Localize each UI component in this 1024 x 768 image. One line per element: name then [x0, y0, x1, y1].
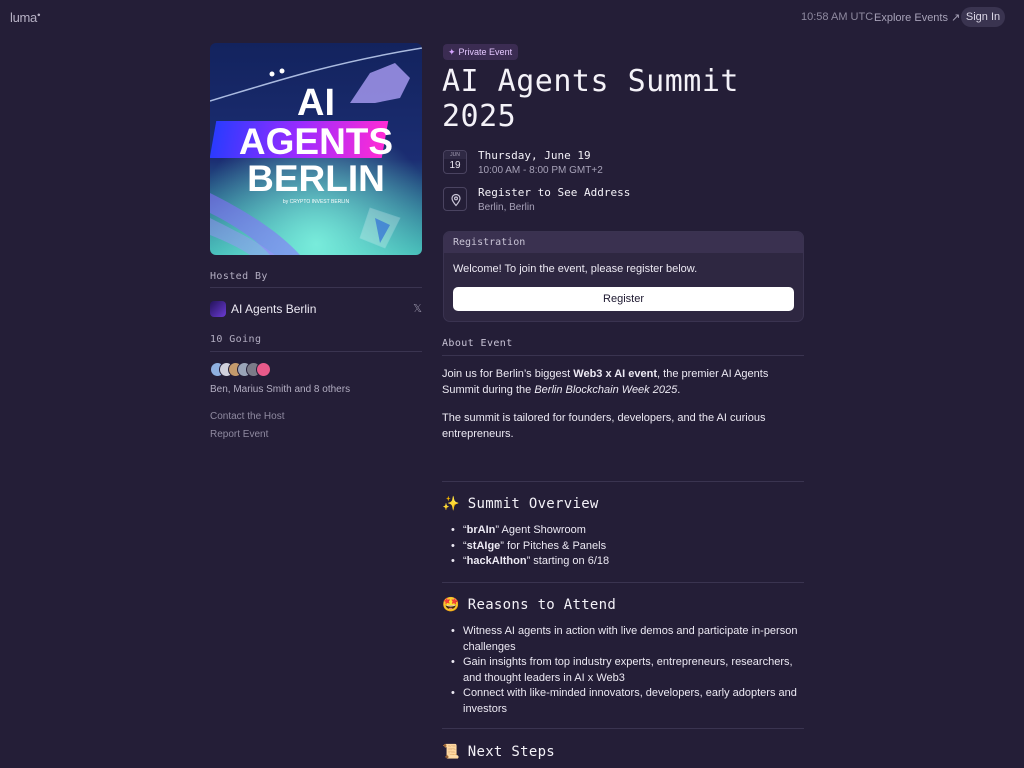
- list-item: Connect with like-minded innovators, dev…: [449, 686, 804, 717]
- list-item: Gain insights from top industry experts,…: [449, 655, 804, 686]
- reasons-heading: 🤩 Reasons to Attend: [442, 597, 617, 613]
- location-pin-icon: [443, 187, 467, 211]
- register-button[interactable]: Register: [453, 287, 794, 311]
- cover-artwork: AI AGENTS BERLIN by CRYPTO INVEST BERLIN: [210, 43, 422, 255]
- going-count-label: 10 Going: [210, 334, 262, 345]
- list-item: “stAIge” for Pitches & Panels: [449, 539, 804, 555]
- cover-title-line3: BERLIN: [247, 158, 385, 199]
- star-struck-icon: 🤩: [442, 597, 460, 613]
- about-event-label: About Event: [442, 338, 513, 349]
- event-time: 10:00 AM - 8:00 PM GMT+2: [478, 165, 603, 176]
- divider: [442, 355, 804, 356]
- summit-overview-heading: ✨ Summit Overview: [442, 496, 599, 512]
- sign-in-button[interactable]: Sign In: [961, 7, 1005, 27]
- sparkles-icon: ✨: [442, 496, 460, 512]
- sparkle-icon: ✦: [448, 47, 456, 57]
- registration-header: Registration: [444, 232, 803, 253]
- attendees-summary: Ben, Marius Smith and 8 others: [210, 384, 351, 395]
- about-paragraph-2: The summit is tailored for founders, dev…: [442, 412, 766, 440]
- registration-welcome-text: Welcome! To join the event, please regis…: [453, 263, 698, 275]
- hosted-by-label: Hosted By: [210, 271, 268, 282]
- registration-card: Registration Welcome! To join the event,…: [443, 231, 804, 322]
- address-city: Berlin, Berlin: [478, 202, 535, 213]
- list-item: Witness AI agents in action with live de…: [449, 624, 804, 655]
- x-social-icon[interactable]: 𝕏: [413, 302, 422, 315]
- event-date: Thursday, June 19: [478, 149, 591, 162]
- cover-title-line2: AGENTS: [239, 121, 393, 162]
- luma-logo[interactable]: luma●: [10, 10, 41, 25]
- cover-byline: by CRYPTO INVEST BERLIN: [283, 199, 350, 205]
- explore-events-link[interactable]: Explore Events ↗: [874, 11, 960, 24]
- divider: [442, 582, 804, 583]
- contact-host-link[interactable]: Contact the Host: [210, 411, 284, 422]
- current-time: 10:58 AM UTC: [801, 11, 874, 23]
- summit-overview-list: “brAIn” Agent Showroom “stAIge” for Pitc…: [449, 523, 804, 570]
- report-event-link[interactable]: Report Event: [210, 429, 268, 440]
- host-name[interactable]: AI Agents Berlin: [231, 302, 316, 316]
- calendar-icon: JUN 19: [443, 150, 467, 174]
- event-title: AI Agents Summit 2025: [442, 64, 739, 134]
- top-bar: luma● 10:58 AM UTC Explore Events ↗ Sign…: [0, 0, 1024, 36]
- divider: [210, 287, 422, 288]
- reasons-list: Witness AI agents in action with live de…: [449, 624, 804, 717]
- host-row[interactable]: AI Agents Berlin 𝕏: [210, 300, 422, 318]
- host-avatar: [210, 301, 226, 317]
- divider: [210, 351, 422, 352]
- about-paragraph-1: Join us for Berlin’s biggest Web3 x AI e…: [442, 368, 769, 396]
- list-item: “brAIn” Agent Showroom: [449, 523, 804, 539]
- address-title: Register to See Address: [478, 186, 631, 199]
- event-cover-image: AI AGENTS BERLIN by CRYPTO INVEST BERLIN: [210, 43, 422, 255]
- list-item: “hackAIthon” starting on 6/18: [449, 554, 804, 570]
- divider: [442, 728, 804, 729]
- cover-title-line1: AI: [297, 82, 335, 124]
- divider: [442, 481, 804, 482]
- next-steps-heading: 📜 Next Steps: [442, 744, 556, 760]
- private-event-badge: ✦ Private Event: [443, 44, 519, 60]
- avatar: [256, 362, 271, 377]
- scroll-icon: 📜: [442, 744, 460, 760]
